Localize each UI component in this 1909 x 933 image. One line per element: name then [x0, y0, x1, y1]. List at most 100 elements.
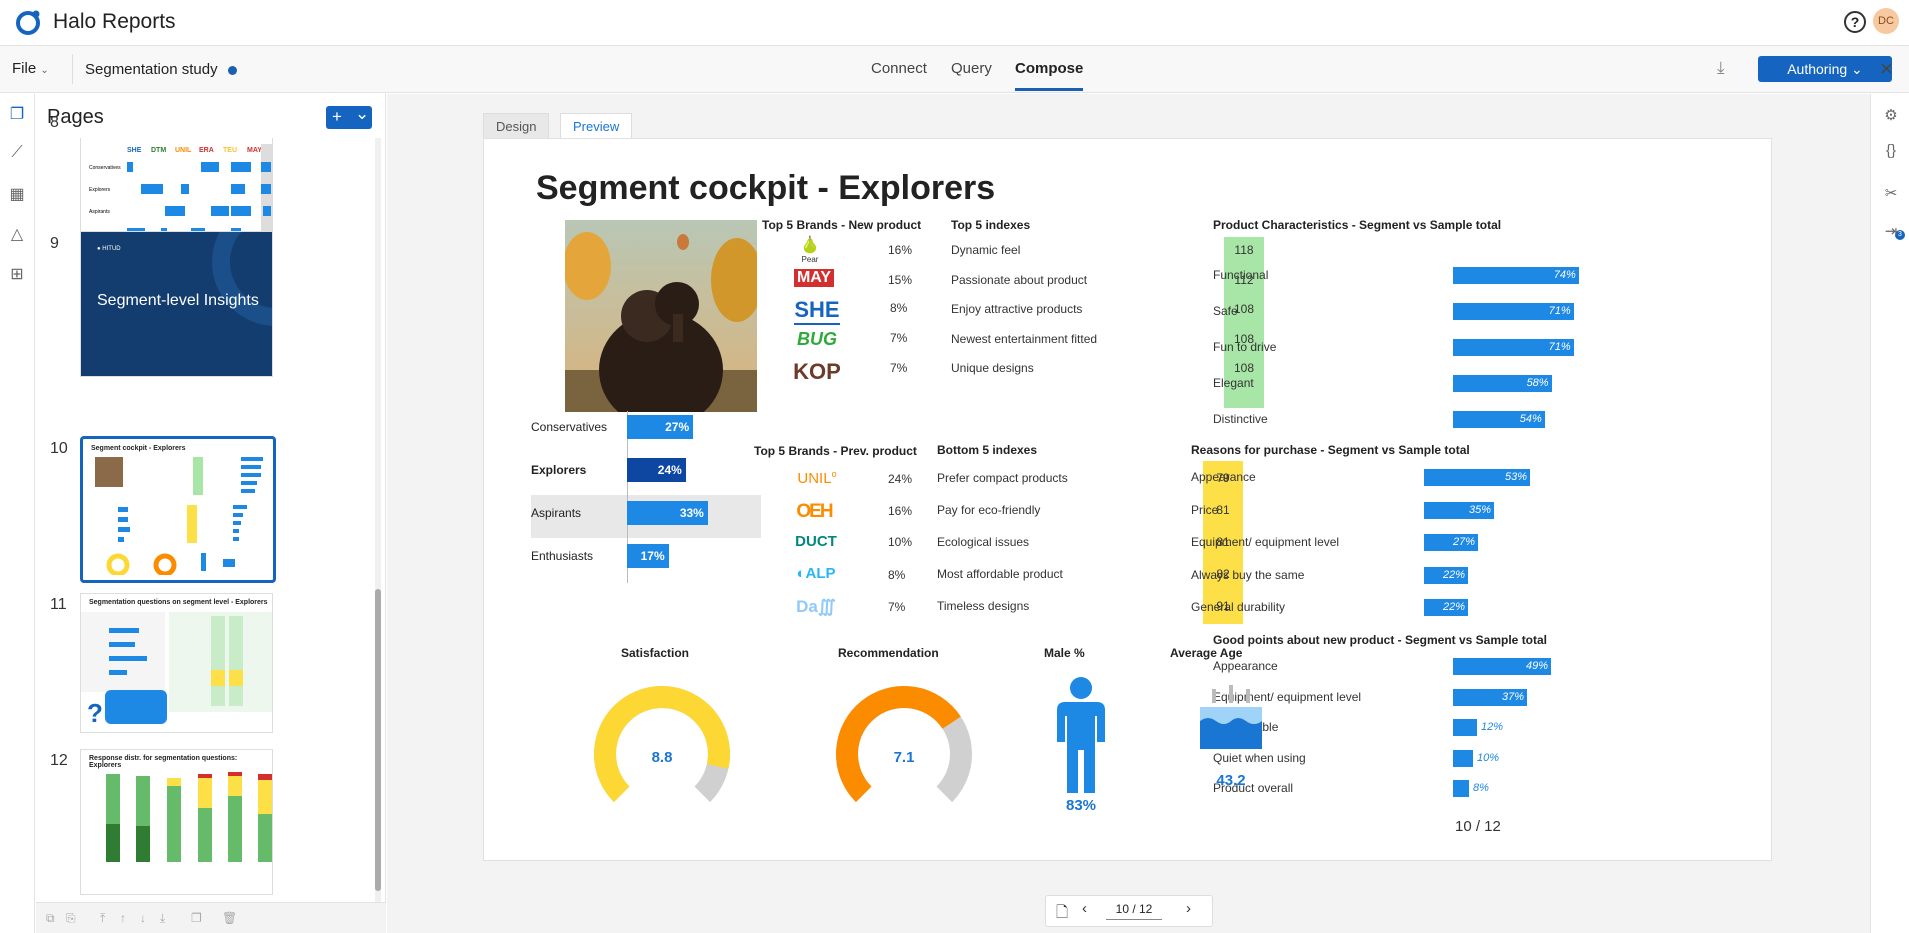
good-point-bar	[1453, 749, 1473, 767]
pages-icon[interactable]: ❐	[6, 104, 28, 126]
good-point-bar	[1453, 780, 1469, 797]
brand-pct: 8%	[890, 301, 908, 315]
app-header: Halo Reports ? DC	[0, 0, 1909, 44]
index-label: Passionate about product	[951, 273, 1088, 287]
copy-icon[interactable]: ⎘	[66, 911, 76, 926]
tools-icon[interactable]: ✂	[1880, 184, 1902, 206]
slide-title: Segment cockpit - Explorers	[536, 169, 996, 207]
segment-photo	[565, 220, 757, 412]
report-slide: Segment cockpit - Explorers Top 5 Brands…	[483, 138, 1772, 861]
chevron-left-icon[interactable]: ‹	[1082, 900, 1087, 917]
page-thumbnail-12[interactable]: Response distr. for segmentation questio…	[80, 749, 273, 895]
brand-pct: 15%	[888, 273, 913, 287]
export-icon[interactable]: ⇥	[1880, 222, 1902, 244]
page-thumbnail-9[interactable]: ● HITUD Segment-level Insights	[80, 231, 273, 377]
svg-text:SHE: SHE	[127, 147, 142, 154]
page-thumbnail-10[interactable]: Segment cockpit - Explorers	[80, 436, 276, 583]
table-icon[interactable]: ▦	[6, 184, 28, 206]
satisfaction-gauge	[594, 686, 730, 803]
right-rail: ⚙ {} 3 ✂ ⇥	[1870, 94, 1909, 933]
satisfaction-label: Satisfaction	[621, 646, 690, 660]
page-icon[interactable]: 🗋	[1056, 902, 1068, 927]
move-up-icon[interactable]: ↑	[120, 911, 126, 925]
thumbnail-preview: ?	[81, 612, 272, 728]
svg-text:Aspirants: Aspirants	[89, 209, 110, 215]
pages-scrollbar-thumb[interactable]	[375, 589, 381, 891]
index-label: Ecological issues	[937, 535, 1030, 549]
tab-design[interactable]: Design	[483, 113, 550, 138]
thumbnail-title: Segment-level Insights	[97, 292, 259, 309]
reason-label: Equipment/ equipment level	[1191, 535, 1340, 549]
chart-icon[interactable]: ⟋	[6, 144, 28, 166]
new-brands-title: Top 5 Brands - New product	[762, 218, 922, 232]
authoring-dropdown-button[interactable]: Authoring ⌄	[1758, 56, 1892, 82]
menu-bar: File ⌄ Segmentation study Connect Query …	[0, 45, 1909, 93]
tab-query[interactable]: Query	[951, 60, 992, 77]
svg-text:● HITUD: ● HITUD	[97, 246, 121, 252]
page-number-input[interactable]: 10 / 12	[1106, 902, 1162, 920]
chevron-down-icon: ⌄	[40, 65, 49, 76]
alp-logo-icon: ◐ALP	[796, 565, 836, 582]
svg-text:TEU: TEU	[223, 147, 237, 154]
app-title: Halo Reports	[53, 10, 176, 33]
user-avatar[interactable]: DC	[1873, 8, 1899, 34]
segment-label[interactable]: Enthusiasts	[531, 538, 721, 574]
segment-bar: 27%	[627, 415, 694, 439]
tab-preview[interactable]: Preview	[560, 113, 633, 138]
top-indexes-title: Top 5 indexes	[951, 218, 1031, 232]
index-value: 118	[1234, 243, 1254, 257]
brand-pct: 7%	[890, 361, 908, 375]
close-icon[interactable]: ×	[1880, 56, 1893, 82]
variables-icon[interactable]: {}	[1880, 142, 1902, 164]
page-number: 11	[50, 596, 67, 613]
brand-pct: 8%	[888, 568, 906, 582]
reason-label: General durability	[1191, 600, 1286, 614]
product-char-label: Elegant	[1213, 376, 1254, 390]
add-page-button[interactable]: + ⌄	[326, 104, 372, 129]
unsaved-indicator-dot	[228, 66, 237, 75]
male-label: Male %	[1044, 646, 1085, 660]
document-name[interactable]: Segmentation study	[85, 61, 218, 78]
good-point-bar: 37%	[1453, 688, 1527, 706]
duplicate-icon[interactable]: ⧉	[46, 911, 55, 926]
tab-connect[interactable]: Connect	[871, 60, 927, 77]
person-icon	[1057, 677, 1105, 793]
chevron-right-icon[interactable]: ›	[1186, 900, 1191, 917]
reasons-title: Reasons for purchase - Segment vs Sample…	[1191, 443, 1470, 457]
page-thumbnail-11[interactable]: Segmentation questions on segment level …	[80, 593, 273, 733]
move-down-icon[interactable]: ↓	[140, 911, 146, 925]
download-icon[interactable]: ⤓	[1717, 58, 1725, 78]
left-rail: ❐ ⟋ ▦ △ ⊞	[0, 94, 35, 933]
shapes-icon[interactable]: △	[6, 224, 28, 246]
page-number: 10	[50, 440, 68, 457]
index-label: Timeless designs	[937, 599, 1030, 613]
file-menu[interactable]: File ⌄	[12, 60, 49, 77]
recommendation-label: Recommendation	[838, 646, 939, 660]
svg-text:UNIL: UNIL	[175, 147, 192, 154]
widgets-icon[interactable]: ⊞	[6, 264, 28, 286]
svg-text:Explorers: Explorers	[89, 187, 111, 193]
move-bottom-icon[interactable]: ⤓	[160, 911, 165, 926]
recommendation-gauge-fill	[836, 686, 961, 803]
good-point-label: Appearance	[1213, 659, 1278, 673]
brand-pct: 7%	[888, 600, 906, 614]
product-char-bar: 58%	[1453, 375, 1552, 392]
segment-label[interactable]: Explorers	[531, 452, 721, 488]
chevron-down-icon: ⌄	[355, 104, 370, 123]
tab-compose[interactable]: Compose	[1015, 60, 1084, 91]
clone-icon[interactable]: ❐	[191, 911, 202, 925]
reason-bar: 22%	[1424, 566, 1468, 584]
product-char-label: Functional	[1213, 268, 1269, 282]
delete-icon[interactable]: 🗑	[222, 911, 237, 925]
may-logo-icon: MAY	[794, 269, 834, 287]
brand-pct: 16%	[888, 243, 913, 257]
recommendation-value: 7.1	[893, 749, 915, 766]
index-label: Most affordable product	[937, 567, 1063, 581]
move-top-icon[interactable]: ⤒	[100, 911, 105, 926]
duct-logo-icon: DUCT	[795, 533, 837, 550]
product-char-bar: 71%	[1453, 303, 1574, 320]
help-icon[interactable]: ?	[1844, 11, 1866, 33]
slide-page-indicator: 10 / 12	[1455, 818, 1501, 835]
filters-icon[interactable]: ⚙	[1880, 106, 1902, 128]
index-label: Pay for eco-friendly	[937, 503, 1041, 517]
